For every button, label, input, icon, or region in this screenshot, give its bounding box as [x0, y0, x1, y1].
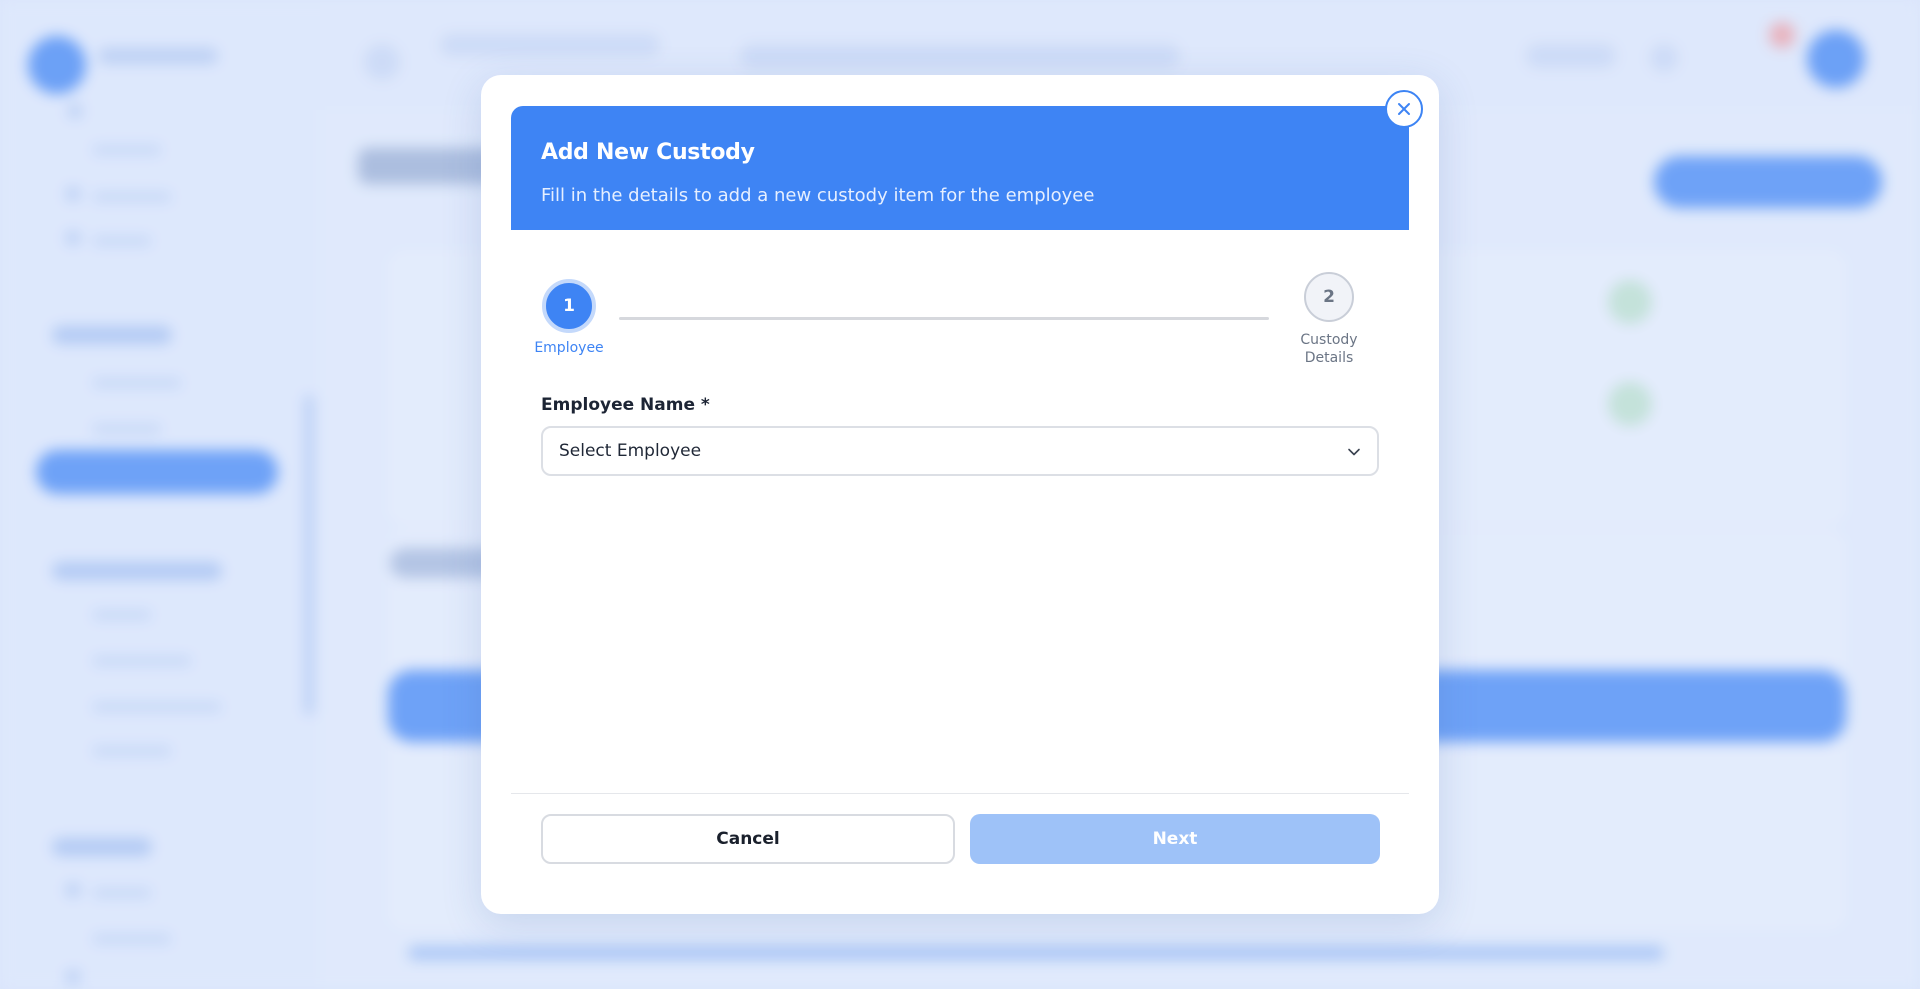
chevron-down-icon: [1348, 448, 1360, 456]
modal-header: Add New Custody Fill in the details to a…: [511, 106, 1409, 230]
modal-title: Add New Custody: [541, 140, 755, 165]
step-1-label: Employee: [534, 340, 604, 356]
step-2-label: Custody Details: [1300, 332, 1358, 366]
employee-select[interactable]: Select Employee: [541, 426, 1379, 476]
next-button[interactable]: Next: [970, 814, 1380, 864]
step-connector-line: [619, 317, 1269, 320]
footer-divider: [511, 793, 1409, 794]
cancel-button[interactable]: Cancel: [541, 814, 955, 864]
employee-name-label: Employee Name *: [541, 395, 710, 415]
step-2-indicator: 2: [1304, 272, 1354, 322]
modal-subtitle: Fill in the details to add a new custody…: [541, 185, 1095, 206]
close-icon: [1398, 103, 1410, 115]
employee-select-value: Select Employee: [559, 441, 702, 461]
add-custody-modal: Add New Custody Fill in the details to a…: [481, 75, 1439, 914]
step-1-indicator: 1: [542, 279, 596, 333]
close-button[interactable]: [1385, 90, 1423, 128]
